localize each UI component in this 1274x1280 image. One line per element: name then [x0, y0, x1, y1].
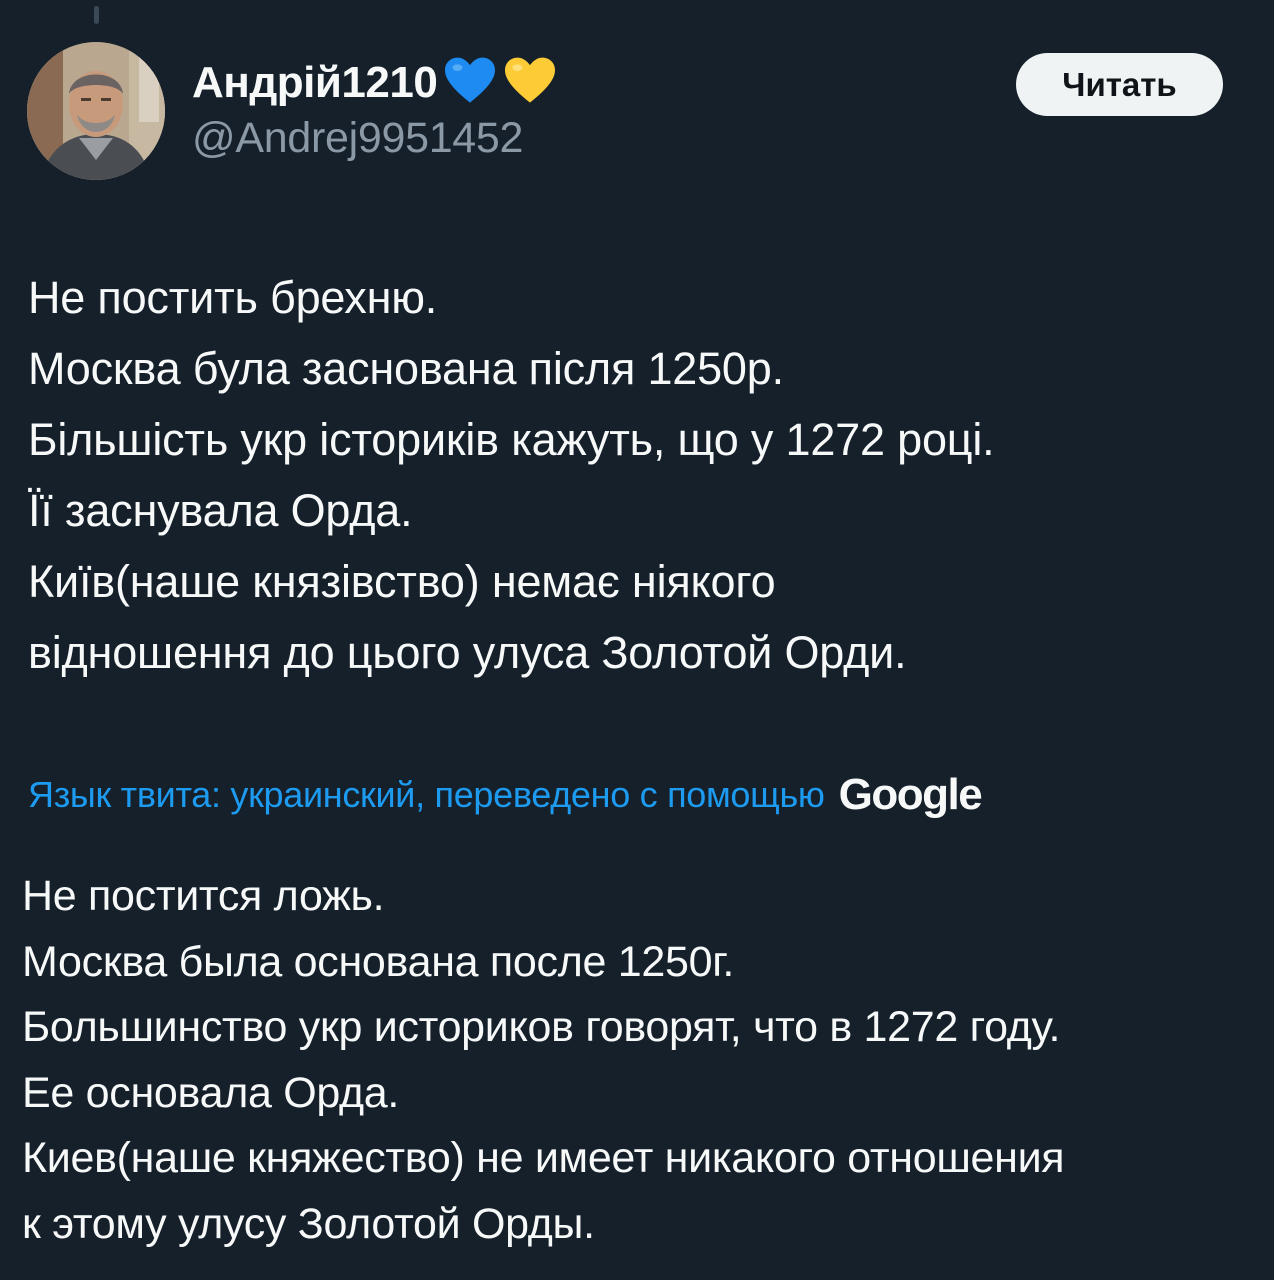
tweet-line: Москва була заснована після 1250р. [28, 343, 784, 394]
translated-line: Киев(наше княжество) не имеет никакого о… [22, 1134, 1065, 1182]
tweet-line: Київ(наше князівство) немає ніякого [28, 556, 776, 607]
translated-line: Не постится ложь. [22, 872, 385, 920]
display-name[interactable]: Андрій1210 [192, 58, 438, 108]
avatar-photo [27, 42, 165, 180]
translation-attribution: Язык твита: украинский, переведено с пом… [28, 762, 983, 828]
translated-line: к этому улусу Золотой Орды. [22, 1199, 595, 1248]
tweet-original-text: Не постить брехню. Москва була заснована… [28, 262, 1258, 688]
google-logo: Google [838, 770, 983, 819]
tweet-line: Її заснувала Орда. [28, 485, 413, 536]
display-name-row: Андрій1210 [192, 52, 557, 114]
user-handle[interactable]: @Andrej9951452 [192, 114, 557, 163]
translated-line: Москва была основана после 1250г. [22, 937, 734, 986]
tweet-line: Не постить брехню. [28, 272, 438, 323]
tweet-line: Більшість укр істориків кажуть, що у 127… [28, 414, 995, 465]
tweet-line: відношення до цього улуса Золотой Орди. [28, 627, 907, 678]
tweet-translated-text: Не постится ложь. Москва была основана п… [22, 864, 1262, 1257]
translation-label-link[interactable]: Язык твита: украинский, переведено с пом… [28, 774, 825, 816]
thread-connector-line [94, 6, 99, 24]
yellow-heart-icon [503, 56, 557, 111]
translated-line: Большинство укр историков говорят, что в… [22, 1003, 1061, 1051]
blue-heart-icon [443, 56, 497, 111]
tweet-author[interactable]: Андрій1210 @Andrej9951452 [192, 52, 557, 163]
follow-button[interactable]: Читать [1016, 53, 1223, 116]
avatar[interactable] [27, 42, 165, 180]
translated-line: Ее основала Орда. [22, 1068, 400, 1117]
